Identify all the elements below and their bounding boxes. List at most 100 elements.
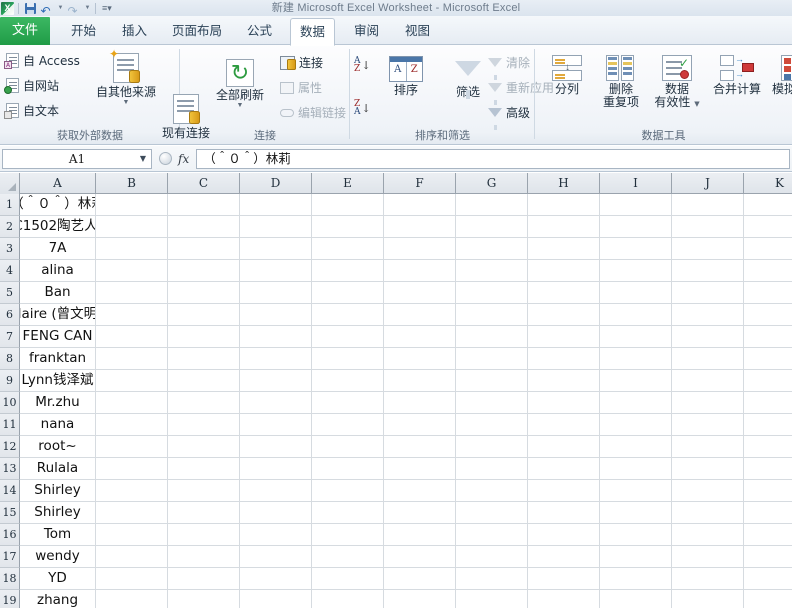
cell-G5[interactable] xyxy=(456,282,528,304)
row-header-1[interactable]: 1 xyxy=(0,194,20,216)
worksheet-grid[interactable]: A B C D E F G H I J K 1（＾０＾）林莉2CC1502陶艺人… xyxy=(0,173,792,608)
cell-D3[interactable] xyxy=(240,238,312,260)
cell-I18[interactable] xyxy=(600,568,672,590)
cell-K11[interactable] xyxy=(744,414,792,436)
tab-data[interactable]: 数据 xyxy=(290,18,336,46)
cell-I1[interactable] xyxy=(600,194,672,216)
cell-I6[interactable] xyxy=(600,304,672,326)
sort-descending-button[interactable]: Z A ↓ xyxy=(354,100,371,117)
cell-G17[interactable] xyxy=(456,546,528,568)
cell-A10[interactable]: Mr.zhu xyxy=(20,392,96,414)
cell-K1[interactable] xyxy=(744,194,792,216)
cell-G9[interactable] xyxy=(456,370,528,392)
cell-F16[interactable] xyxy=(384,524,456,546)
name-box-caret-icon[interactable]: ▼ xyxy=(140,154,146,163)
cell-C8[interactable] xyxy=(168,348,240,370)
cell-K16[interactable] xyxy=(744,524,792,546)
cell-B18[interactable] xyxy=(96,568,168,590)
cell-E18[interactable] xyxy=(312,568,384,590)
cell-H16[interactable] xyxy=(528,524,600,546)
cell-A18[interactable]: YD xyxy=(20,568,96,590)
column-header-f[interactable]: F xyxy=(384,173,456,194)
cell-B10[interactable] xyxy=(96,392,168,414)
cell-E12[interactable] xyxy=(312,436,384,458)
cell-C4[interactable] xyxy=(168,260,240,282)
cell-E7[interactable] xyxy=(312,326,384,348)
cell-A6[interactable]: Claire (曾文明 ) xyxy=(20,304,96,326)
cell-D4[interactable] xyxy=(240,260,312,282)
cell-E14[interactable] xyxy=(312,480,384,502)
cell-E16[interactable] xyxy=(312,524,384,546)
cell-G14[interactable] xyxy=(456,480,528,502)
cell-F14[interactable] xyxy=(384,480,456,502)
cell-G8[interactable] xyxy=(456,348,528,370)
cell-C1[interactable] xyxy=(168,194,240,216)
cell-K4[interactable] xyxy=(744,260,792,282)
cell-B2[interactable] xyxy=(96,216,168,238)
cell-E15[interactable] xyxy=(312,502,384,524)
cell-C19[interactable] xyxy=(168,590,240,608)
insert-function-icon[interactable]: fx xyxy=(178,152,189,166)
cell-K9[interactable] xyxy=(744,370,792,392)
cell-A16[interactable]: Tom xyxy=(20,524,96,546)
cell-A2[interactable]: CC1502陶艺人生 xyxy=(20,216,96,238)
cell-D6[interactable] xyxy=(240,304,312,326)
row-header-13[interactable]: 13 xyxy=(0,458,20,480)
from-web-button[interactable]: 自网站 xyxy=(4,77,59,94)
column-header-k[interactable]: K xyxy=(744,173,792,194)
cell-E5[interactable] xyxy=(312,282,384,304)
row-header-4[interactable]: 4 xyxy=(0,260,20,282)
cell-A9[interactable]: Lynn钱泽斌 xyxy=(20,370,96,392)
cell-F8[interactable] xyxy=(384,348,456,370)
cell-E2[interactable] xyxy=(312,216,384,238)
name-box[interactable]: A1 ▼ xyxy=(2,148,152,169)
cell-J3[interactable] xyxy=(672,238,744,260)
cell-D13[interactable] xyxy=(240,458,312,480)
cell-G16[interactable] xyxy=(456,524,528,546)
data-validation-caret-icon[interactable]: ▼ xyxy=(694,100,699,108)
cell-I9[interactable] xyxy=(600,370,672,392)
cell-C15[interactable] xyxy=(168,502,240,524)
cell-F4[interactable] xyxy=(384,260,456,282)
existing-connections-button[interactable]: 现有连接 xyxy=(148,94,224,140)
cell-A12[interactable]: root~ xyxy=(20,436,96,458)
cell-J4[interactable] xyxy=(672,260,744,282)
cell-H7[interactable] xyxy=(528,326,600,348)
cell-E3[interactable] xyxy=(312,238,384,260)
tab-insert[interactable]: 插入 xyxy=(113,18,156,45)
row-header-14[interactable]: 14 xyxy=(0,480,20,502)
row-header-5[interactable]: 5 xyxy=(0,282,20,304)
cell-D7[interactable] xyxy=(240,326,312,348)
cell-C18[interactable] xyxy=(168,568,240,590)
cell-A4[interactable]: alina xyxy=(20,260,96,282)
row-header-16[interactable]: 16 xyxy=(0,524,20,546)
cell-K2[interactable] xyxy=(744,216,792,238)
tab-file[interactable]: 文件 xyxy=(0,17,51,45)
cell-C2[interactable] xyxy=(168,216,240,238)
from-text-button[interactable]: 自文本 xyxy=(4,102,59,119)
row-header-6[interactable]: 6 xyxy=(0,304,20,326)
cell-J11[interactable] xyxy=(672,414,744,436)
tab-formulas[interactable]: 公式 xyxy=(238,18,281,45)
cell-G1[interactable] xyxy=(456,194,528,216)
formula-bar-toggle-icon[interactable] xyxy=(159,152,172,165)
row-header-8[interactable]: 8 xyxy=(0,348,20,370)
cell-C13[interactable] xyxy=(168,458,240,480)
cell-F1[interactable] xyxy=(384,194,456,216)
cell-D1[interactable] xyxy=(240,194,312,216)
cell-K18[interactable] xyxy=(744,568,792,590)
cell-E13[interactable] xyxy=(312,458,384,480)
cell-J14[interactable] xyxy=(672,480,744,502)
cell-K19[interactable] xyxy=(744,590,792,608)
cell-H2[interactable] xyxy=(528,216,600,238)
cell-I19[interactable] xyxy=(600,590,672,608)
cell-C17[interactable] xyxy=(168,546,240,568)
cell-J19[interactable] xyxy=(672,590,744,608)
column-header-j[interactable]: J xyxy=(672,173,744,194)
cell-J2[interactable] xyxy=(672,216,744,238)
cell-A14[interactable]: Shirley xyxy=(20,480,96,502)
cell-H14[interactable] xyxy=(528,480,600,502)
cell-H5[interactable] xyxy=(528,282,600,304)
cell-C14[interactable] xyxy=(168,480,240,502)
cell-B16[interactable] xyxy=(96,524,168,546)
